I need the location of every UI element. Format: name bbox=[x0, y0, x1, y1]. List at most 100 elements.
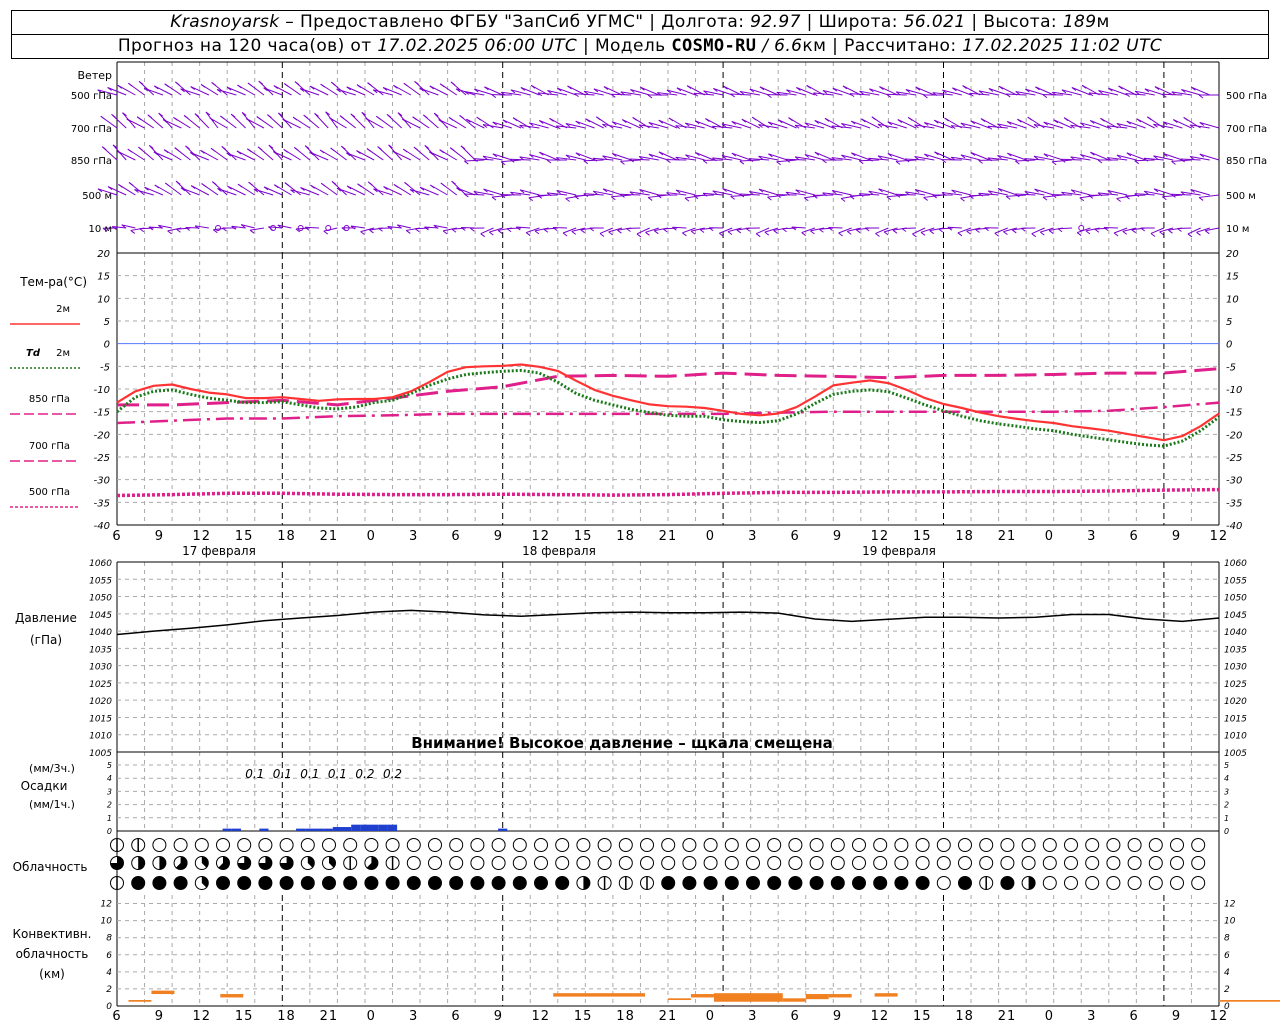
hour-tick-label-bottom: 6 bbox=[1130, 1009, 1139, 1024]
wind-level-label-right: 500 м bbox=[1226, 191, 1256, 202]
pressure-tick-left: 1045 bbox=[89, 611, 112, 621]
hour-tick-label: 15 bbox=[235, 529, 254, 544]
day-label: 17 февраля bbox=[182, 544, 256, 558]
cloud-symbol bbox=[682, 856, 697, 870]
cloud-symbol-fill bbox=[1028, 876, 1036, 890]
wind-barb-feather bbox=[164, 83, 170, 88]
wind-barb-feather bbox=[200, 84, 206, 88]
hour-tick-label-bottom: 15 bbox=[235, 1009, 254, 1024]
cloud-symbol bbox=[1042, 876, 1057, 890]
cloud-symbol bbox=[279, 838, 294, 852]
wind-barb-feather bbox=[608, 231, 613, 236]
hour-tick-label-bottom: 6 bbox=[451, 1009, 460, 1024]
wind-barb-feather bbox=[210, 147, 216, 152]
wind-barb-feather bbox=[599, 233, 605, 237]
wind-barb-feather bbox=[165, 182, 170, 187]
wind-level-label-left: 500 м bbox=[82, 191, 112, 202]
wind-barb bbox=[1134, 159, 1155, 162]
pressure-tick-right: 1020 bbox=[1224, 697, 1247, 707]
cloud-symbol-full bbox=[492, 876, 506, 890]
wind-barb bbox=[1171, 193, 1192, 196]
legend-label: 2м bbox=[56, 304, 70, 315]
temp-tick-right: -5 bbox=[1226, 362, 1236, 373]
wind-barb-feather bbox=[320, 83, 325, 88]
precip-tick-left: 0 bbox=[107, 827, 112, 836]
wind-barb bbox=[695, 152, 715, 161]
wind-barb bbox=[583, 193, 604, 196]
wind-barb-feather bbox=[764, 231, 770, 236]
wind-barb bbox=[759, 86, 779, 96]
pressure-tick-right: 1035 bbox=[1224, 645, 1247, 655]
cloud-symbol bbox=[512, 838, 527, 852]
wind-barb bbox=[850, 194, 871, 197]
cloud-symbol bbox=[449, 856, 464, 870]
wind-barb-feather bbox=[366, 148, 372, 152]
wind-barb-feather bbox=[357, 183, 362, 188]
wind-barb-feather bbox=[1042, 196, 1048, 201]
cloud-symbol-full bbox=[216, 876, 230, 890]
wind-barb-feather bbox=[957, 232, 963, 237]
wind-barb-feather bbox=[292, 116, 298, 121]
hour-tick-label-bottom: 21 bbox=[320, 1009, 339, 1024]
conv-tick-left: 10 bbox=[101, 917, 113, 927]
conv-tick-left: 6 bbox=[106, 951, 112, 961]
precip-bar bbox=[231, 828, 241, 831]
cloud-symbol bbox=[873, 856, 888, 870]
hour-tick-label-bottom: 9 bbox=[494, 1009, 503, 1024]
temp-tick-left: -30 bbox=[94, 476, 110, 487]
day-label: 18 февраля bbox=[522, 544, 596, 558]
pressure-tick-left: 1010 bbox=[89, 732, 112, 742]
cloud-symbol-full bbox=[555, 876, 569, 890]
cloud-symbol bbox=[1085, 856, 1100, 870]
wind-barb-feather bbox=[331, 180, 337, 185]
wind-barb-feather bbox=[1003, 231, 1008, 236]
hour-tick-label: 6 bbox=[790, 529, 799, 544]
wind-barb bbox=[1035, 86, 1054, 96]
precip-bar bbox=[360, 824, 370, 831]
wind-barb-feather bbox=[175, 81, 180, 86]
wind-barb-feather bbox=[1079, 197, 1085, 202]
cloud-symbol bbox=[491, 838, 506, 852]
wind-barbs-panel bbox=[97, 80, 1220, 238]
cloud-symbol-full bbox=[894, 876, 908, 890]
convective-cloud-bar bbox=[690, 994, 714, 998]
pressure-unit: (гПа) bbox=[30, 633, 62, 647]
cloud-symbol bbox=[1042, 838, 1057, 852]
temp-tick-right: 0 bbox=[1226, 340, 1232, 351]
wind-barb-feather bbox=[1085, 230, 1091, 235]
wind-level-label-right: 700 гПа bbox=[1226, 124, 1267, 135]
precip-bar bbox=[341, 827, 352, 831]
wind-barb bbox=[574, 93, 595, 96]
pressure-tick-left: 1025 bbox=[89, 680, 112, 690]
convective-cloud-bar bbox=[782, 998, 806, 1002]
cloud-symbol bbox=[788, 838, 803, 852]
wind-barb-feather bbox=[183, 115, 189, 119]
cloud-symbol bbox=[936, 856, 951, 870]
wind-barb-feather bbox=[127, 148, 133, 153]
wind-barb-feather bbox=[386, 113, 392, 118]
pressure-tick-left: 1035 bbox=[89, 645, 112, 655]
wind-barb bbox=[1006, 194, 1027, 197]
hour-tick-label: 6 bbox=[112, 529, 121, 544]
temp-tick-left: -15 bbox=[94, 408, 110, 419]
cloud-symbol-fill bbox=[138, 856, 145, 870]
convective-cloud-bar bbox=[220, 994, 244, 998]
wind-barb-feather bbox=[376, 115, 381, 120]
hour-tick-label-bottom: 18 bbox=[277, 1009, 296, 1024]
cloud-symbol bbox=[661, 838, 676, 852]
hour-tick-label-bottom: 15 bbox=[574, 1009, 593, 1024]
cloud-symbol bbox=[979, 838, 994, 852]
precip-title-bottom: (мм/1ч.) bbox=[29, 798, 75, 811]
cloud-symbol bbox=[1170, 876, 1184, 890]
temp-tick-left: -5 bbox=[100, 362, 110, 373]
cloud-symbol bbox=[894, 838, 909, 852]
cloud-symbol bbox=[428, 838, 442, 852]
day-label: 19 февраля bbox=[862, 544, 936, 558]
cloud-symbol bbox=[979, 856, 994, 870]
wind-barb bbox=[905, 158, 926, 161]
precip-bar bbox=[378, 824, 388, 831]
cloud-symbol bbox=[1148, 876, 1163, 890]
cloud-symbol bbox=[1148, 838, 1163, 852]
precip-bar bbox=[296, 828, 306, 831]
wind-barb bbox=[739, 159, 760, 162]
